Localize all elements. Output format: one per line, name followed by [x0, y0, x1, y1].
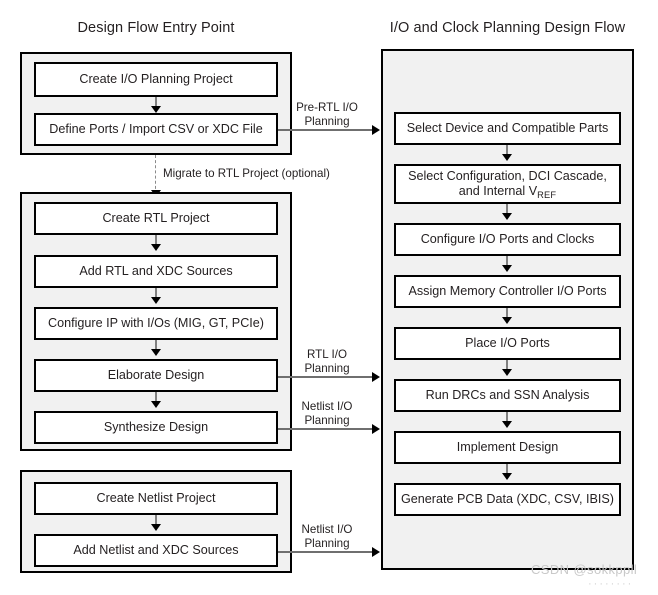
left-column-title: Design Flow Entry Point — [77, 20, 235, 36]
arrow-head-l2-d — [151, 401, 161, 408]
node-define-ports-import-csv-xdc[interactable]: Define Ports / Import CSV or XDC File — [34, 113, 278, 146]
node-label-line1: Select Configuration, DCI Cascade, — [408, 168, 607, 183]
edge-label-netlist-io-planning-sources: Netlist I/O Planning — [283, 523, 371, 551]
right-column-title: I/O and Clock Planning Design Flow — [389, 20, 626, 36]
arrow-head-l3-a — [151, 524, 161, 531]
node-label: Create I/O Planning Project — [79, 71, 233, 86]
arrow-head-l2-b — [151, 297, 161, 304]
connector-netlist-io-planning-sources — [278, 551, 374, 553]
node-place-io-ports[interactable]: Place I/O Ports — [394, 327, 621, 360]
node-label: Define Ports / Import CSV or XDC File — [49, 121, 263, 136]
node-create-rtl-project[interactable]: Create RTL Project — [34, 202, 278, 235]
node-label: Elaborate Design — [107, 367, 205, 382]
node-label: Generate PCB Data (XDC, CSV, IBIS) — [400, 491, 614, 506]
node-label: Run DRCs and SSN Analysis — [425, 387, 590, 402]
node-label: Add RTL and XDC Sources — [79, 263, 233, 278]
diagram-canvas: Design Flow Entry Point I/O and Clock Pl… — [0, 0, 658, 595]
connector-rtl-io-planning — [278, 376, 374, 378]
watermark-dots: ········ — [588, 578, 634, 590]
node-label-line2: and Internal VREF — [458, 184, 557, 200]
node-synthesize-design[interactable]: Synthesize Design — [34, 411, 278, 444]
node-label: Configure IP with I/Os (MIG, GT, PCIe) — [47, 315, 265, 330]
node-elaborate-design[interactable]: Elaborate Design — [34, 359, 278, 392]
node-label: Configure I/O Ports and Clocks — [420, 231, 595, 246]
arrow-head-r-b — [502, 213, 512, 220]
node-select-configuration-dci-cascade[interactable]: Select Configuration, DCI Cascade, and I… — [394, 164, 621, 204]
arrow-head-l2-a — [151, 244, 161, 251]
edge-label-line2: Planning — [304, 114, 350, 128]
connector-pre-rtl-io-planning — [278, 129, 374, 131]
node-select-device-compatible-parts[interactable]: Select Device and Compatible Parts — [394, 112, 621, 145]
node-label: Select Device and Compatible Parts — [406, 120, 609, 135]
node-run-drcs-ssn-analysis[interactable]: Run DRCs and SSN Analysis — [394, 379, 621, 412]
node-label: Create RTL Project — [102, 210, 210, 225]
connector-netlist-io-planning-synthesize-head — [372, 424, 380, 434]
edge-label-netlist-io-planning-synthesize: Netlist I/O Planning — [283, 400, 371, 428]
arrow-head-l2-c — [151, 349, 161, 356]
node-label-line2-text: and Internal V — [458, 184, 538, 198]
edge-label-line1: RTL I/O — [307, 348, 347, 361]
node-implement-design[interactable]: Implement Design — [394, 431, 621, 464]
arrow-head-r-f — [502, 421, 512, 428]
node-create-io-planning-project[interactable]: Create I/O Planning Project — [34, 62, 278, 97]
node-configure-ip-with-ios[interactable]: Configure IP with I/Os (MIG, GT, PCIe) — [34, 307, 278, 340]
edge-label-pre-rtl-io-planning: Pre-RTL I/O Planning — [283, 101, 371, 129]
node-label: Implement Design — [456, 439, 559, 454]
vref-subscript: REF — [537, 189, 557, 200]
arrow-head-r-a — [502, 154, 512, 161]
arrow-head-r-d — [502, 317, 512, 324]
node-add-netlist-xdc-sources[interactable]: Add Netlist and XDC Sources — [34, 534, 278, 567]
dashed-migrate-connector — [155, 155, 156, 194]
node-add-rtl-xdc-sources[interactable]: Add RTL and XDC Sources — [34, 255, 278, 288]
node-label: Assign Memory Controller I/O Ports — [408, 283, 607, 298]
edge-label-line1: Netlist I/O — [301, 400, 353, 413]
node-label: Create Netlist Project — [96, 490, 216, 505]
node-generate-pcb-data[interactable]: Generate PCB Data (XDC, CSV, IBIS) — [394, 483, 621, 516]
connector-netlist-io-planning-synthesize — [278, 428, 374, 430]
edge-label-rtl-io-planning: RTL I/O Planning — [283, 348, 371, 376]
connector-rtl-io-planning-head — [372, 372, 380, 382]
node-create-netlist-project[interactable]: Create Netlist Project — [34, 482, 278, 515]
edge-label-line1: Pre-RTL I/O — [296, 101, 358, 114]
edge-label-migrate: Migrate to RTL Project (optional) — [163, 167, 330, 180]
node-configure-io-ports-clocks[interactable]: Configure I/O Ports and Clocks — [394, 223, 621, 256]
arrow-head-r-e — [502, 369, 512, 376]
connector-netlist-io-planning-sources-head — [372, 547, 380, 557]
arrow-head-r-g — [502, 473, 512, 480]
connector-pre-rtl-io-planning-head — [372, 125, 380, 135]
watermark-text: CSDN @sokkppll — [531, 562, 638, 577]
node-label: Synthesize Design — [103, 419, 209, 434]
node-assign-memory-controller-io-ports[interactable]: Assign Memory Controller I/O Ports — [394, 275, 621, 308]
edge-label-line1: Netlist I/O — [301, 523, 353, 536]
arrow-head-l1-a — [151, 106, 161, 113]
arrow-head-r-c — [502, 265, 512, 272]
edge-label-line2: Planning — [304, 536, 350, 550]
edge-label-line2: Planning — [304, 361, 350, 375]
node-label: Place I/O Ports — [465, 335, 550, 350]
node-label: Add Netlist and XDC Sources — [73, 542, 239, 557]
edge-label-line2: Planning — [304, 413, 350, 427]
